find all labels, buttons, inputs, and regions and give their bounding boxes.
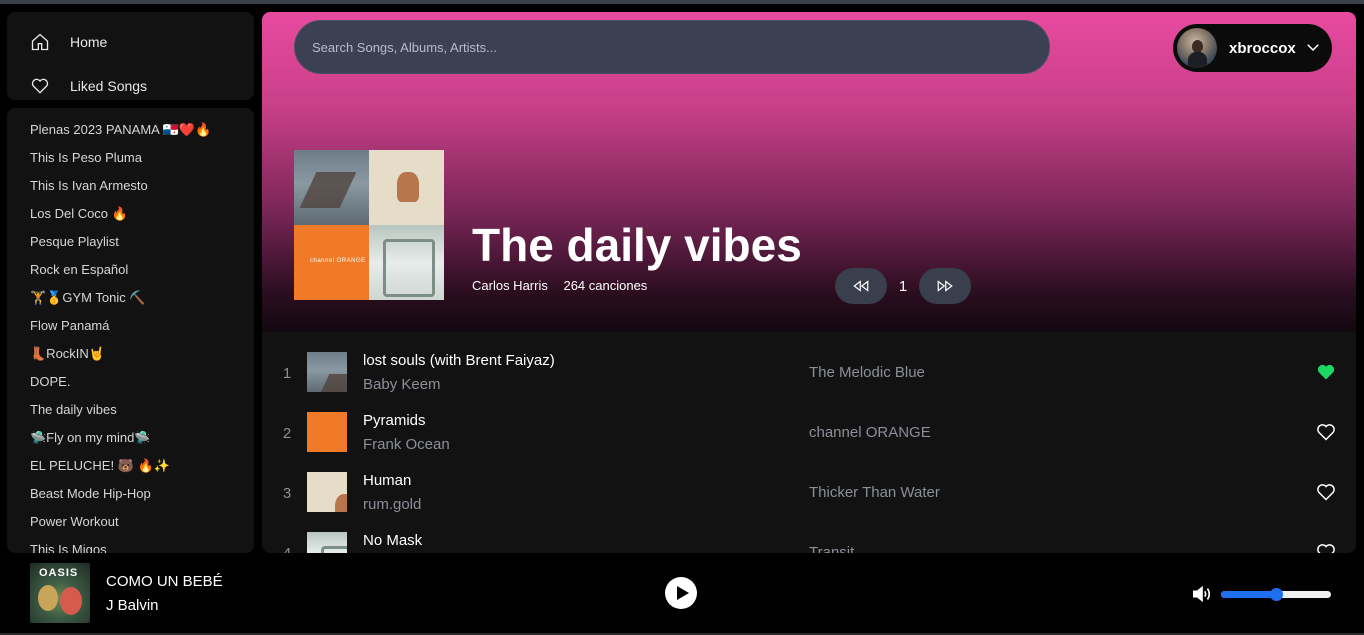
play-icon bbox=[676, 586, 689, 600]
heart-icon[interactable] bbox=[1316, 482, 1336, 502]
playlist-header: xbroccox channel ORANGE The daily vibes … bbox=[262, 12, 1356, 332]
playlist-item[interactable]: The daily vibes bbox=[30, 402, 117, 417]
playlist-item[interactable]: 🛸Fly on my mind🛸 bbox=[30, 430, 151, 446]
volume-handle[interactable] bbox=[1270, 588, 1283, 601]
page-title: The daily vibes bbox=[472, 219, 802, 271]
track-number: 3 bbox=[282, 485, 292, 502]
table-row[interactable]: 1 lost souls (with Brent Faiyaz) Baby Ke… bbox=[262, 336, 1356, 396]
playlist-item[interactable]: This Is Migos bbox=[30, 542, 107, 553]
nav-liked-label: Liked Songs bbox=[70, 78, 148, 94]
track-artist[interactable]: Baby Keem bbox=[363, 376, 441, 393]
playlist-item[interactable]: Plenas 2023 PANAMA 🇵🇦❤️🔥 bbox=[30, 122, 211, 138]
volume-slider[interactable] bbox=[1221, 588, 1331, 601]
playlist-cover: channel ORANGE bbox=[294, 150, 444, 300]
fast-forward-icon bbox=[937, 280, 953, 292]
playlist-meta: Carlos Harris 264 canciones bbox=[472, 278, 659, 293]
track-album[interactable]: Transit bbox=[809, 544, 854, 553]
heart-icon[interactable] bbox=[1316, 542, 1336, 553]
nav-item-home[interactable]: Home bbox=[29, 30, 107, 54]
now-playing-cover: OASIS bbox=[30, 563, 90, 623]
track-title: Pyramids bbox=[363, 412, 426, 429]
track-number: 4 bbox=[280, 545, 294, 553]
nav-item-liked-songs[interactable]: Liked Songs bbox=[29, 74, 147, 98]
nav-home-label: Home bbox=[70, 34, 108, 50]
volume-fill bbox=[1221, 591, 1276, 598]
app: Home Liked Songs Plenas 2023 PANAMA 🇵🇦❤️… bbox=[0, 4, 1364, 635]
search-input[interactable] bbox=[312, 39, 1012, 55]
next-page-button[interactable] bbox=[919, 268, 971, 304]
track-number: 2 bbox=[282, 425, 292, 442]
now-playing-title: COMO UN BEBÉ bbox=[106, 573, 223, 590]
library-playlists: Plenas 2023 PANAMA 🇵🇦❤️🔥 This Is Peso Pl… bbox=[7, 108, 254, 553]
avatar bbox=[1177, 28, 1217, 68]
playlist-item[interactable]: 🏋️🥇GYM Tonic ⛏️ bbox=[30, 290, 146, 306]
username: xbroccox bbox=[1229, 39, 1296, 57]
previous-page-button[interactable] bbox=[835, 268, 887, 304]
track-title: No Mask bbox=[363, 532, 423, 549]
heart-icon[interactable] bbox=[1316, 422, 1336, 442]
playlist-item[interactable]: Flow Panamá bbox=[30, 318, 109, 333]
track-thumbnail bbox=[307, 472, 347, 512]
heart-filled-icon[interactable] bbox=[1316, 362, 1336, 382]
play-button[interactable] bbox=[665, 577, 697, 609]
cover-tile: channel ORANGE bbox=[294, 225, 369, 300]
cover-tile bbox=[294, 150, 369, 225]
playlist-item[interactable]: DOPE. bbox=[30, 374, 70, 389]
chevron-down-icon bbox=[1307, 44, 1319, 52]
playlist-track-count: 264 canciones bbox=[563, 278, 648, 293]
track-title: lost souls (with Brent Faiyaz) bbox=[363, 352, 555, 369]
search-bar[interactable] bbox=[294, 20, 1050, 74]
track-title: Human bbox=[363, 472, 412, 489]
playlist-item[interactable]: Beast Mode Hip-Hop bbox=[30, 486, 151, 501]
track-album[interactable]: Thicker Than Water bbox=[809, 484, 940, 501]
playlist-item[interactable]: Pesque Playlist bbox=[30, 234, 119, 249]
table-row[interactable]: 4 No Mask Transit bbox=[262, 516, 1356, 553]
playlist-item[interactable]: This Is Peso Pluma bbox=[30, 150, 142, 165]
playlist-item[interactable]: Power Workout bbox=[30, 514, 119, 529]
now-playing-artist[interactable]: J Balvin bbox=[106, 597, 159, 614]
volume-icon[interactable] bbox=[1191, 584, 1213, 604]
cover-tile-label: channel ORANGE bbox=[310, 258, 366, 264]
playlist-item[interactable]: Rock en Español bbox=[30, 262, 128, 277]
playlist-item[interactable]: Los Del Coco 🔥 bbox=[30, 206, 128, 222]
track-album[interactable]: The Melodic Blue bbox=[809, 364, 925, 381]
cover-tile bbox=[369, 225, 444, 300]
track-album[interactable]: channel ORANGE bbox=[809, 424, 931, 441]
pagination: 1 bbox=[835, 268, 971, 304]
playlist-owner[interactable]: Carlos Harris bbox=[472, 278, 548, 293]
track-thumbnail bbox=[307, 352, 347, 392]
sidebar-nav: Home Liked Songs bbox=[7, 12, 254, 100]
playlist-item[interactable]: EL PELUCHE! 🐻 🔥✨ bbox=[30, 458, 170, 474]
table-row[interactable]: 3 Human rum.gold Thicker Than Water bbox=[262, 456, 1356, 516]
track-number: 1 bbox=[282, 365, 292, 382]
track-artist[interactable]: Frank Ocean bbox=[363, 436, 450, 453]
track-thumbnail bbox=[307, 412, 347, 452]
rewind-icon bbox=[853, 280, 869, 292]
now-playing-cover-text: OASIS bbox=[39, 567, 79, 579]
main-panel: xbroccox channel ORANGE The daily vibes … bbox=[262, 12, 1356, 553]
home-icon bbox=[29, 31, 51, 53]
cover-tile bbox=[369, 150, 444, 225]
heart-icon bbox=[29, 75, 51, 97]
track-artist[interactable]: rum.gold bbox=[363, 496, 421, 513]
page-number: 1 bbox=[898, 277, 908, 295]
track-thumbnail bbox=[307, 532, 347, 553]
player-bar: OASIS COMO UN BEBÉ J Balvin bbox=[0, 553, 1364, 635]
table-row[interactable]: 2 Pyramids Frank Ocean channel ORANGE bbox=[262, 396, 1356, 456]
playlist-item[interactable]: 👢RockIN🤘 bbox=[30, 346, 105, 362]
user-menu-button[interactable]: xbroccox bbox=[1173, 24, 1332, 72]
playlist-item[interactable]: This Is Ivan Armesto bbox=[30, 178, 148, 193]
